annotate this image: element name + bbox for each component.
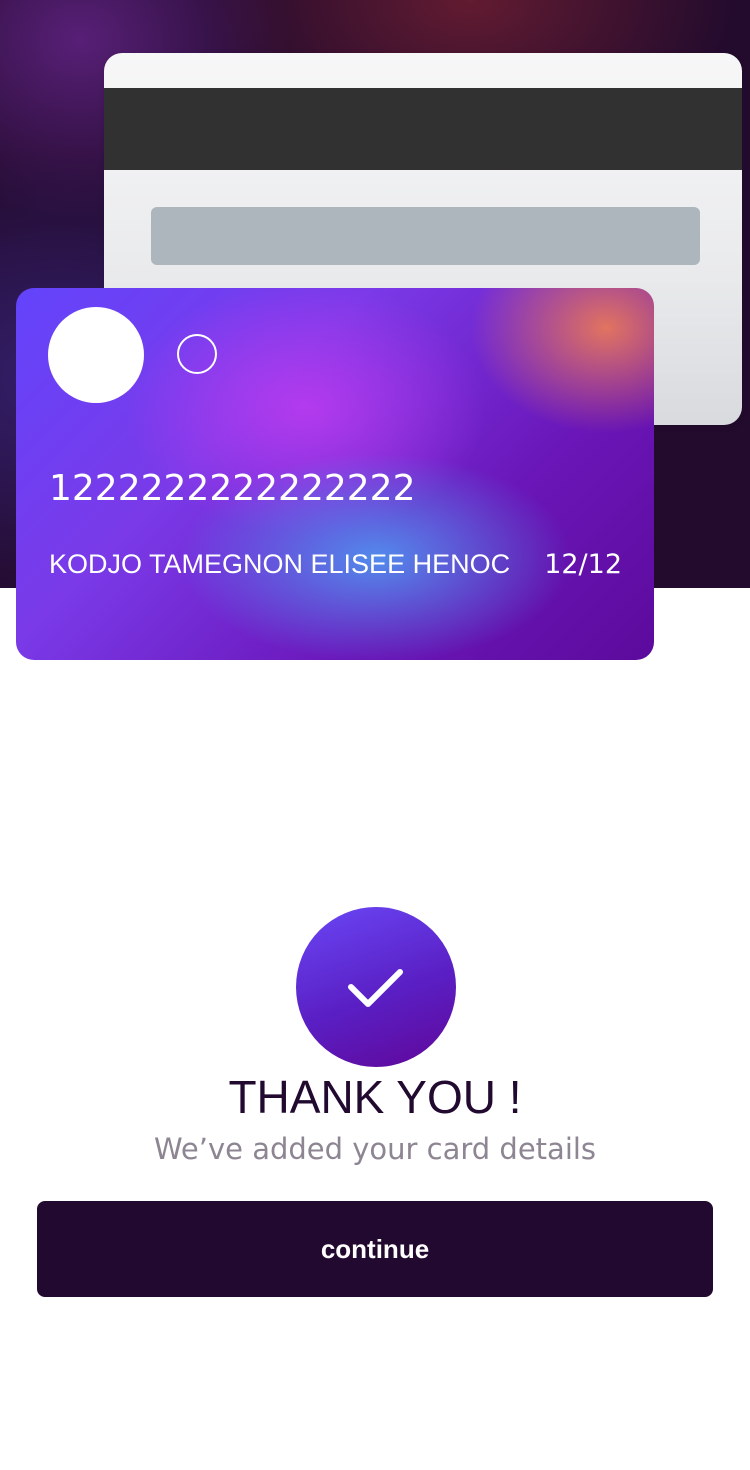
page-subtitle: We’ve added your card details xyxy=(153,1132,597,1166)
cardholder-name: KODJO TAMEGNON ELISEE HENOC xyxy=(49,549,511,579)
magnetic-stripe xyxy=(104,88,742,170)
continue-button[interactable]: continue xyxy=(37,1201,713,1297)
card-added-screen: 1222222222222222 KODJO TAMEGNON ELISEE H… xyxy=(0,0,750,1470)
card-expiry: 12/12 xyxy=(544,549,622,580)
signature-strip xyxy=(151,207,700,265)
card-logo-ring xyxy=(177,334,217,374)
card-logo-circle xyxy=(48,307,144,403)
success-badge xyxy=(296,907,456,1067)
check-icon xyxy=(348,969,403,1007)
card-front-preview: 1222222222222222 KODJO TAMEGNON ELISEE H… xyxy=(16,288,654,660)
card-number: 1222222222222222 xyxy=(49,468,416,509)
page-title: THANK YOU ! xyxy=(228,1071,522,1123)
